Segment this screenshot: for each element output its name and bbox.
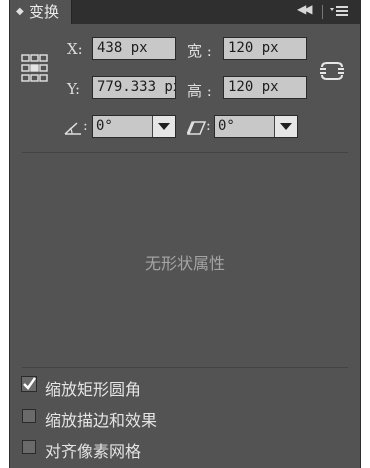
option-label: 对齐像素网格 xyxy=(45,442,142,461)
tab-title: 变换 xyxy=(29,3,60,21)
no-shape-properties-message: 无形状属性 xyxy=(144,254,225,273)
checkbox[interactable] xyxy=(22,409,36,423)
rotate-dropdown[interactable]: 0° xyxy=(92,115,176,138)
shear-dropdown[interactable]: 0° xyxy=(214,115,298,138)
option-label: 缩放描边和效果 xyxy=(45,411,158,430)
height-label: 高 : xyxy=(187,82,212,100)
shear-colon: : xyxy=(206,118,211,134)
section-divider xyxy=(22,367,348,368)
y-input[interactable]: 779.333 px xyxy=(92,76,176,99)
reference-point-icon[interactable] xyxy=(20,53,50,83)
panel-titlebar: ◆ 变换 ◀◀ xyxy=(10,0,360,24)
transform-panel: ◆ 变换 ◀◀ X: 438 px 宽 : 120 px Y: 779.333 … xyxy=(9,0,361,468)
chevron-down-icon[interactable] xyxy=(152,116,175,137)
tab-transform[interactable]: ◆ 变换 xyxy=(10,0,72,24)
rotate-value: 0° xyxy=(96,118,113,134)
section-divider xyxy=(22,152,348,153)
collapse-double-arrow-icon[interactable]: ◀◀ xyxy=(297,2,313,16)
checkbox-checked[interactable] xyxy=(21,376,37,392)
x-label: X: xyxy=(67,40,83,58)
width-label: 宽 : xyxy=(187,42,212,60)
panel-menu-icon[interactable] xyxy=(328,3,350,19)
height-input[interactable]: 120 px xyxy=(223,76,307,99)
constrain-proportions-icon[interactable] xyxy=(319,58,345,84)
rotate-angle-icon xyxy=(64,122,81,135)
x-input[interactable]: 438 px xyxy=(92,37,176,60)
y-label: Y: xyxy=(67,80,81,98)
chevron-down-icon[interactable] xyxy=(274,116,297,137)
shear-icon xyxy=(187,121,207,135)
titlebar-divider xyxy=(322,5,323,19)
checkbox[interactable] xyxy=(22,440,36,454)
tab-expand-icon[interactable]: ◆ xyxy=(16,0,24,24)
width-input[interactable]: 120 px xyxy=(223,37,307,60)
shear-value: 0° xyxy=(218,118,235,134)
option-label: 缩放矩形圆角 xyxy=(45,380,142,399)
rotate-colon: : xyxy=(83,118,88,134)
